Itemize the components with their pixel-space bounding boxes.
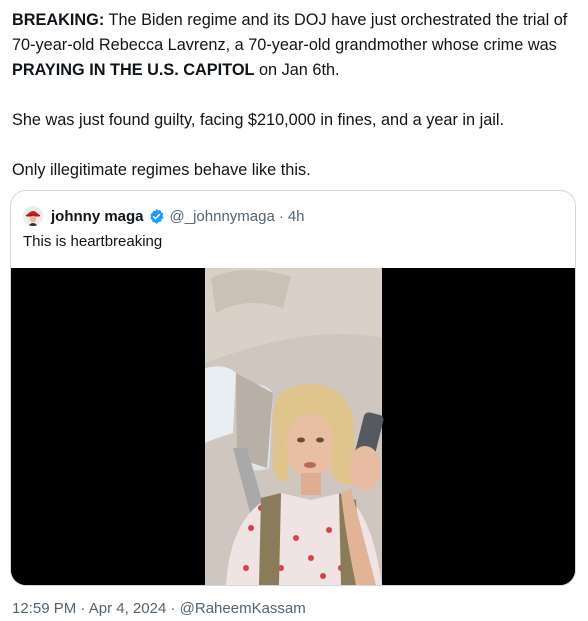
quoted-handle[interactable]: @_johnnymaga [170, 208, 275, 225]
video-player[interactable] [11, 268, 575, 585]
quoted-tweet-card[interactable]: johnny maga @_johnnymaga · 4h This is he… [10, 190, 576, 586]
tweet-date[interactable]: Apr 4, 2024 [89, 600, 167, 617]
footer-separator-2: · [166, 600, 180, 617]
tweet-body: BREAKING: The Biden regime and its DOJ h… [12, 8, 578, 183]
quoted-display-name[interactable]: johnny maga [51, 208, 144, 225]
footer-separator-1: · [76, 600, 89, 617]
breaking-label: BREAKING: [12, 11, 105, 29]
quoted-tweet-text: This is heartbreaking [23, 233, 163, 250]
tweet-footer: 12:59 PM · Apr 4, 2024 · @RaheemKassam [12, 600, 306, 617]
maga-hat-avatar-icon[interactable] [23, 206, 43, 226]
woman-in-car-video [11, 268, 575, 585]
tweet-time[interactable]: 12:59 PM [12, 600, 76, 617]
verified-badge-icon [148, 208, 165, 225]
quoted-tweet-header: johnny maga @_johnnymaga · 4h [23, 205, 305, 227]
tweet-text-end: on Jan 6th. [254, 61, 340, 79]
tweet-paragraph-2: She was just found guilty, facing $210,0… [12, 111, 505, 129]
tweet-paragraph-1: BREAKING: The Biden regime and its DOJ h… [12, 8, 578, 83]
tweet-author-handle[interactable]: @RaheemKassam [180, 600, 306, 617]
tweet-paragraph-3: Only illegitimate regimes behave like th… [12, 161, 311, 179]
tweet-bold-phrase: PRAYING IN THE U.S. CAPITOL [12, 61, 255, 79]
separator-dot: · [278, 207, 284, 225]
quoted-time[interactable]: 4h [288, 208, 305, 225]
